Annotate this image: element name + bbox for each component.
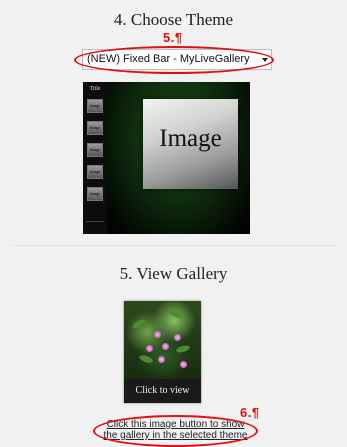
leaf-shape [138,353,154,365]
choose-theme-heading: 4. Choose Theme [113,10,234,29]
annotation-marker-5: 5.¶ [163,30,183,45]
view-gallery-image-button[interactable]: Click to view [124,301,201,403]
flower-shape [180,361,187,368]
preview-sidebar-title: Title [89,86,101,92]
flower-shape [154,331,161,338]
preview-thumbnail: Image [87,99,103,113]
view-gallery-link-line1: Click this image button to show [106,419,245,430]
flower-shape [158,356,165,363]
section-divider [12,245,335,246]
view-gallery-link[interactable]: Click this image button to show the gall… [93,419,258,441]
theme-select[interactable]: (NEW) Fixed Bar - MyLiveGallery [82,49,272,70]
preview-thumbnail: Image [87,143,103,157]
theme-preview: Title Image Image Image Image Image Imag… [83,82,250,234]
flower-shape [162,343,169,350]
gallery-setup-page: 4. Choose Theme 5.¶ (NEW) Fixed Bar - My… [0,0,347,447]
gallery-thumbnail-photo [124,301,201,379]
dropdown-arrow-icon [262,58,268,62]
annotation-marker-6: 6.¶ [240,405,260,420]
leaf-shape [168,308,184,320]
leaf-shape [131,317,147,331]
preview-thumbnail: Image [87,187,103,201]
preview-thumbnail: Image [87,165,103,179]
gallery-thumbnail-caption: Click to view [124,379,201,403]
preview-main-area: Image [107,82,250,234]
preview-main-image: Image [143,99,238,189]
view-gallery-heading: 5. View Gallery [119,264,228,283]
preview-thumbnail: Image [87,121,103,135]
flower-shape [146,345,153,352]
leaf-shape [175,344,191,354]
preview-sidebar: Title Image Image Image Image Image [83,82,107,234]
preview-logo [86,221,104,228]
view-gallery-link-line2: the gallery in the selected theme [103,430,248,441]
theme-select-value: (NEW) Fixed Bar - MyLiveGallery [87,53,250,65]
preview-main-image-label: Image [159,125,222,152]
flower-shape [174,334,181,341]
